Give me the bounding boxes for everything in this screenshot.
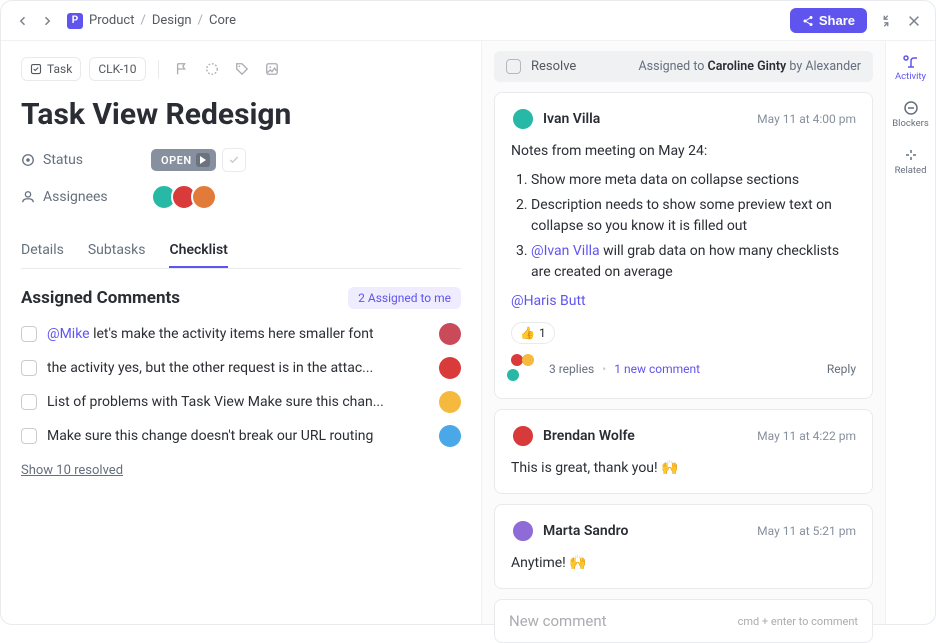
avatar xyxy=(439,391,461,413)
status-label: Status xyxy=(21,152,151,168)
avatar xyxy=(511,107,535,131)
avatar xyxy=(439,357,461,379)
assigned-comment-row[interactable]: Make sure this change doesn't break our … xyxy=(21,425,461,447)
list-item: Show more meta data on collapse sections xyxy=(531,170,856,191)
resolve-checkbox[interactable] xyxy=(506,59,521,74)
reaction-button[interactable]: 👍1 xyxy=(511,322,555,344)
task-type-chip[interactable]: Task xyxy=(21,57,81,81)
assigned-comments-heading: Assigned Comments xyxy=(21,288,180,308)
assigned-bar: Resolve Assigned to Caroline Ginty by Al… xyxy=(494,51,873,82)
comment-time: May 11 at 4:00 pm xyxy=(757,112,856,126)
reply-button[interactable]: Reply xyxy=(827,362,856,376)
assignees-label: Assignees xyxy=(21,189,151,205)
complete-checkbox[interactable] xyxy=(222,148,246,172)
avatar xyxy=(511,519,535,543)
assigned-to-me-badge[interactable]: 2 Assigned to me xyxy=(348,287,461,309)
comment-thread: Ivan Villa May 11 at 4:00 pm Notes from … xyxy=(494,92,873,399)
comment-text: the activity yes, but the other request … xyxy=(47,360,429,376)
back-button[interactable] xyxy=(13,11,33,31)
image-icon[interactable] xyxy=(261,58,283,80)
rail-related[interactable]: Related xyxy=(886,143,935,180)
comment-text: Notes from meeting on May 24: xyxy=(511,141,856,162)
tab-subtasks[interactable]: Subtasks xyxy=(88,234,146,268)
checkbox[interactable] xyxy=(21,326,37,342)
comment-text: This is great, thank you! 🙌 xyxy=(511,458,856,479)
status-pill[interactable]: OPEN xyxy=(151,149,216,171)
comment-text: @Mike let's make the activity items here… xyxy=(47,326,429,342)
replies-count[interactable]: 3 replies xyxy=(549,362,594,376)
comment-text: List of problems with Task View Make sur… xyxy=(47,394,429,410)
reply-avatars xyxy=(511,354,541,384)
flag-icon[interactable] xyxy=(171,58,193,80)
play-icon xyxy=(196,153,210,167)
avatar xyxy=(191,184,217,210)
checkbox[interactable] xyxy=(21,394,37,410)
assignee-avatars[interactable] xyxy=(151,184,217,210)
comment-time: May 11 at 4:22 pm xyxy=(757,429,856,443)
collapse-icon[interactable] xyxy=(877,12,895,30)
forward-button[interactable] xyxy=(37,11,57,31)
breadcrumb: P Product/ Design/ Core xyxy=(67,13,236,29)
task-title[interactable]: Task View Redesign xyxy=(21,97,461,132)
new-comment-input[interactable]: New comment cmd + enter to comment xyxy=(494,599,873,643)
avatar xyxy=(511,424,535,448)
checkbox[interactable] xyxy=(21,428,37,444)
comment-time: May 11 at 5:21 pm xyxy=(757,524,856,538)
tab-details[interactable]: Details xyxy=(21,234,64,268)
checkbox[interactable] xyxy=(21,360,37,376)
close-icon[interactable] xyxy=(905,12,923,30)
assigned-to-text: Assigned to Caroline Ginty by Alexander xyxy=(639,59,861,74)
breadcrumb-item[interactable]: Product xyxy=(89,13,134,28)
list-item: Description needs to show some preview t… xyxy=(531,195,856,237)
assigned-comment-row[interactable]: List of problems with Task View Make sur… xyxy=(21,391,461,413)
mention-link[interactable]: @Haris Butt xyxy=(511,293,586,309)
comment-card: Marta Sandro May 11 at 5:21 pm Anytime! … xyxy=(494,504,873,589)
assigned-comment-row[interactable]: the activity yes, but the other request … xyxy=(21,357,461,379)
tag-icon[interactable] xyxy=(231,58,253,80)
rail-activity[interactable]: Activity xyxy=(886,49,935,86)
share-button[interactable]: Share xyxy=(790,8,867,33)
breadcrumb-item[interactable]: Design xyxy=(152,13,192,28)
rail-blockers[interactable]: Blockers xyxy=(886,96,935,133)
resolve-label: Resolve xyxy=(531,59,576,74)
show-resolved-link[interactable]: Show 10 resolved xyxy=(21,463,461,478)
mention-link[interactable]: @Ivan Villa xyxy=(531,243,600,259)
shortcut-hint: cmd + enter to comment xyxy=(738,615,858,628)
workspace-logo: P xyxy=(67,13,83,29)
sprint-icon[interactable] xyxy=(201,58,223,80)
avatar xyxy=(439,323,461,345)
assigned-comment-row[interactable]: @Mike let's make the activity items here… xyxy=(21,323,461,345)
comment-text: Make sure this change doesn't break our … xyxy=(47,428,429,444)
list-item: @Ivan Villa will grab data on how many c… xyxy=(531,241,856,283)
task-id-chip[interactable]: CLK-10 xyxy=(89,57,145,81)
comment-author: Marta Sandro xyxy=(543,523,628,539)
comment-text: Anytime! 🙌 xyxy=(511,553,856,574)
new-comment-link[interactable]: 1 new comment xyxy=(614,362,700,376)
comment-card: Brendan Wolfe May 11 at 4:22 pm This is … xyxy=(494,409,873,494)
tab-checklist[interactable]: Checklist xyxy=(169,234,227,268)
comment-author: Ivan Villa xyxy=(543,111,600,127)
comment-author: Brendan Wolfe xyxy=(543,428,635,444)
breadcrumb-item[interactable]: Core xyxy=(209,13,236,28)
avatar xyxy=(439,425,461,447)
